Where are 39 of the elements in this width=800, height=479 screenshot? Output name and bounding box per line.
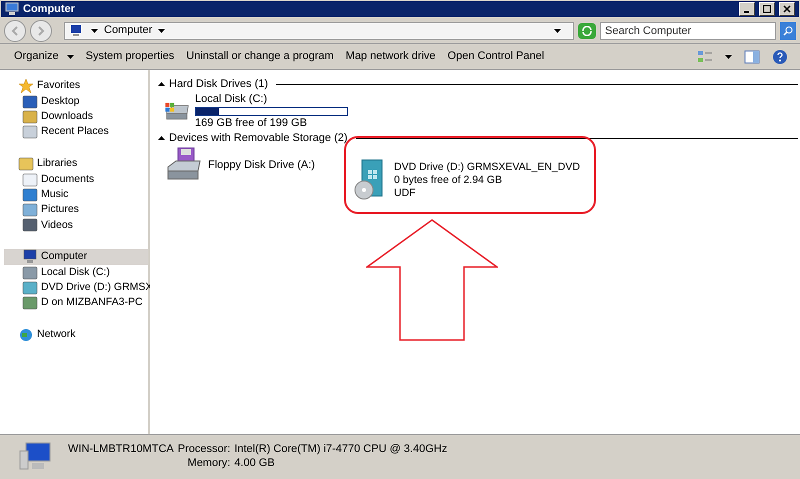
drive-info: 0 bytes free of 2.94 GB [394,174,503,186]
sidebar-item[interactable]: Documents [0,172,148,188]
drive-name: Floppy Disk Drive (A:) [208,158,315,172]
address-crumb[interactable]: Computer [104,22,152,39]
computer-name: WIN-LMBTR10MTCA [68,442,174,456]
drive-info: UDF [394,186,417,200]
sidebar-item[interactable]: Libraries [0,156,148,172]
toolbar-button[interactable]: Open Control Panel [442,48,550,65]
drive-info: 169 GB free of 199 GB [195,116,308,130]
sidebar-item[interactable]: Local Disk (C:) [0,265,148,280]
detail-value: 4.00 GB [234,456,276,470]
sidebar-item[interactable]: Pictures [0,202,148,218]
drive-item[interactable]: DVD Drive (D:) GRMSXEVAL_EN_DVD 0 bytes free of 2.94 GB UDF [348,145,578,211]
drive-item[interactable]: Local Disk (C:) 169 GB free of 199 GB [158,91,348,131]
drive-name: Local Disk (C:) [195,92,268,106]
toolbar-button[interactable]: Map network drive [340,48,442,65]
group-header[interactable]: Devices with Removable Storage (2) [169,130,348,146]
sidebar-item[interactable]: Desktop [0,94,148,110]
toolbar-button[interactable]: System properties [80,48,180,65]
sidebar-item[interactable]: D on MIZBANFA3-PC [0,296,148,311]
address-bar[interactable]: Computer [64,22,574,40]
detail-label: Processor: [178,442,230,456]
group-header[interactable]: Hard Disk Drives (1) [169,76,268,92]
detail-label: Memory: [186,456,230,470]
sidebar-item[interactable]: Computer [4,249,148,266]
sidebar-item[interactable]: Favorites [0,78,148,94]
sidebar-item[interactable]: Recent Places [0,124,148,140]
sidebar-item[interactable]: Videos [0,218,148,234]
detail-value: Intel(R) Core(TM) i7-4770 CPU @ 3.40GHz [234,442,448,456]
drive-item[interactable]: Floppy Disk Drive (A:) [158,145,348,185]
sidebar-item[interactable]: Network [0,326,148,343]
window-title: Computer [23,2,75,17]
toolbar-button[interactable]: Organize [8,48,80,65]
sidebar-item[interactable]: Downloads [0,109,148,125]
search-field[interactable]: Search Computer [600,22,776,40]
drive-name: DVD Drive (D:) GRMSXEVAL_EN_DVD [394,160,580,174]
toolbar-button[interactable]: Uninstall or change a program [180,48,340,65]
sidebar-item[interactable]: DVD Drive (D:) GRMSX [0,280,148,296]
sidebar-item[interactable]: Music [0,187,148,202]
